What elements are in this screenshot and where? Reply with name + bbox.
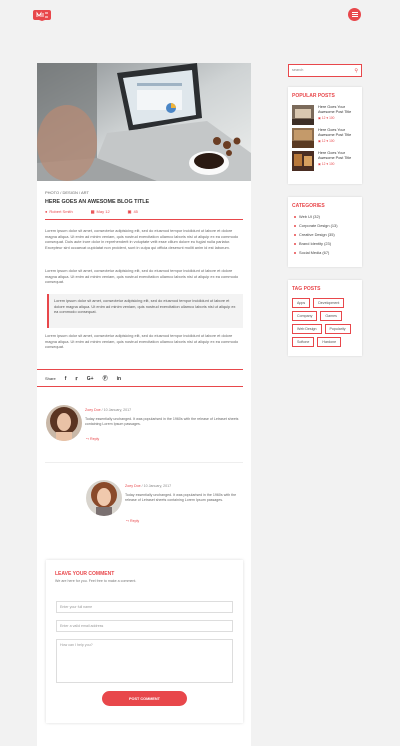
tag-chip[interactable]: Popularity (324, 324, 351, 334)
hero-image (37, 63, 251, 181)
popular-posts-widget: POPULAR POSTS Here Goes Your Awesome Pos… (288, 87, 362, 184)
popular-post-item[interactable]: Here Goes Your Awesome Post Title ▣ 12 ♥… (292, 128, 362, 148)
breadcrumb: PHOTO / DESIGN / ART (45, 190, 89, 195)
linkedin-icon[interactable]: in (117, 376, 121, 382)
form-title: LEAVE YOUR COMMENT (55, 571, 115, 577)
popular-post-item[interactable]: Here Goes Your Awesome Post Title ▣ 12 ♥… (292, 151, 362, 171)
tag-chip[interactable]: Games (320, 311, 342, 321)
author-name: Zoey Doe (125, 484, 141, 488)
tag-chip[interactable]: Apps (292, 298, 311, 308)
message-textarea[interactable]: How can I help you? (56, 639, 233, 683)
comment-count: 12 (321, 116, 326, 120)
post-thumbnail (292, 151, 314, 171)
popular-post-meta: ▣ 12 ♥ 100 (318, 139, 335, 143)
divider (37, 369, 243, 370)
comment-text: Today essentially unchanged. It was popu… (125, 493, 237, 503)
post-thumbnail (292, 128, 314, 148)
popular-post-meta: ▣ 12 ♥ 100 (318, 162, 335, 166)
reply-button[interactable]: ↪ Reply (126, 519, 139, 523)
date-text: May 12 (96, 209, 110, 214)
reply-icon: ↪ (126, 519, 130, 523)
comments-count: 45 (133, 209, 138, 214)
avatar (46, 405, 82, 441)
search-placeholder: search (292, 68, 304, 72)
post-comments-count[interactable]: ▣ 45 (128, 209, 138, 214)
divider (45, 219, 243, 220)
popular-post-item[interactable]: Here Goes Your Awesome Post Title ▣ 12 ♥… (292, 105, 362, 125)
email-field[interactable]: Enter a valid email address (56, 620, 233, 632)
name-field[interactable]: Enter your full name (56, 601, 233, 613)
search-input[interactable]: search ⚲ (288, 64, 362, 77)
tag-chip[interactable]: Softone (292, 337, 315, 347)
comment-text: Today essentially unchanged. It was popu… (85, 417, 239, 427)
author-name: Zoey Doe (85, 408, 101, 412)
tag-chip[interactable]: Development (313, 298, 345, 308)
hamburger-menu-button[interactable] (348, 8, 361, 21)
reply-label: Reply (130, 519, 140, 523)
share-bar: Share f 𝕣 G+ Ⓟ in (45, 375, 121, 383)
widget-title: POPULAR POSTS (292, 93, 335, 99)
tag-chip[interactable]: Hardone (317, 337, 342, 347)
widget-title: TAG POSTS (292, 286, 321, 292)
twitter-icon[interactable]: 𝕣 (75, 376, 77, 382)
author-name: Robert Smith (49, 209, 73, 214)
like-count: 100 (329, 162, 335, 166)
reply-label: Reply (90, 437, 100, 441)
facebook-icon[interactable]: f (65, 376, 67, 382)
comment-count: 12 (321, 139, 326, 143)
post-thumbnail (292, 105, 314, 125)
google-plus-icon[interactable]: G+ (87, 376, 94, 382)
comment-count: 12 (321, 162, 326, 166)
avatar (86, 480, 122, 516)
category-item[interactable]: Creative Design (35) (294, 230, 362, 239)
post-title: HERE GOES AN AWESOME BLOG TITLE (45, 199, 150, 205)
popular-list: Here Goes Your Awesome Post Title ▣ 12 ♥… (292, 105, 362, 171)
popular-post-title: Here Goes Your Awesome Post Title (318, 105, 352, 114)
post-paragraph: Lorem ipsum dolor sit amet, consectetur … (45, 268, 239, 285)
category-item[interactable]: Corporate Design (13) (294, 221, 362, 230)
tag-list: Apps Development Company Games Web Desig… (292, 298, 358, 347)
post-date: ▦ May 12 (91, 209, 110, 214)
tag-posts-widget: TAG POSTS Apps Development Company Games… (288, 280, 362, 356)
blockquote: Lorem ipsum dolor sit amet, consectetur … (47, 294, 243, 328)
like-count: 100 (329, 139, 335, 143)
post-paragraph: Lorem ipsum dolor sit amet, consectetur … (45, 228, 239, 250)
category-list: Web UI (32) Corporate Design (13) Creati… (294, 212, 362, 257)
reply-button[interactable]: ↪ Reply (86, 437, 99, 441)
tag-chip[interactable]: Company (292, 311, 318, 321)
breadcrumb-item[interactable]: PHOTO (45, 190, 59, 195)
comment-date: / 10 January, 2017 (141, 484, 172, 488)
post-meta: ● Robert Smith ▦ May 12 ▣ 45 (45, 209, 138, 214)
category-item[interactable]: Web UI (32) (294, 212, 362, 221)
category-item[interactable]: Brand Identity (23) (294, 239, 362, 248)
comment-author[interactable]: Zoey Doe / 10 January, 2017 (125, 484, 171, 488)
comment-icon: ▣ (127, 209, 132, 214)
like-count: 100 (329, 116, 335, 120)
divider (37, 386, 243, 387)
widget-title: CATEGORIES (292, 203, 325, 209)
categories-widget: CATEGORIES Web UI (32) Corporate Design … (288, 197, 362, 267)
breadcrumb-item[interactable]: DESIGN (63, 190, 78, 195)
category-item[interactable]: Social Media (67) (294, 248, 362, 257)
popular-post-meta: ▣ 12 ♥ 100 (318, 116, 335, 120)
post-comment-button[interactable]: POST COMMENT (102, 691, 187, 706)
share-label: Share (45, 376, 56, 381)
tag-chip[interactable]: Web Design (292, 324, 322, 334)
user-icon: ● (45, 209, 48, 214)
calendar-icon: ▦ (90, 209, 95, 214)
post-paragraph: Lorem ipsum dolor sit amet, consectetur … (45, 333, 239, 350)
popular-post-title: Here Goes Your Awesome Post Title (318, 151, 352, 160)
comment-date: / 10 January, 2017 (101, 408, 132, 412)
breadcrumb-item[interactable]: ART (81, 190, 89, 195)
form-subtitle: We are here for you. Feel free to make a… (55, 579, 137, 583)
divider (45, 462, 243, 463)
search-icon[interactable]: ⚲ (354, 68, 358, 74)
logo-icon[interactable] (33, 9, 51, 21)
comment-author[interactable]: Zoey Doe / 10 January, 2017 (85, 408, 131, 412)
hamburger-icon (351, 14, 358, 15)
reply-icon: ↪ (86, 437, 90, 441)
popular-post-title: Here Goes Your Awesome Post Title (318, 128, 352, 137)
pinterest-icon[interactable]: Ⓟ (103, 375, 108, 382)
post-author[interactable]: ● Robert Smith (45, 209, 73, 214)
